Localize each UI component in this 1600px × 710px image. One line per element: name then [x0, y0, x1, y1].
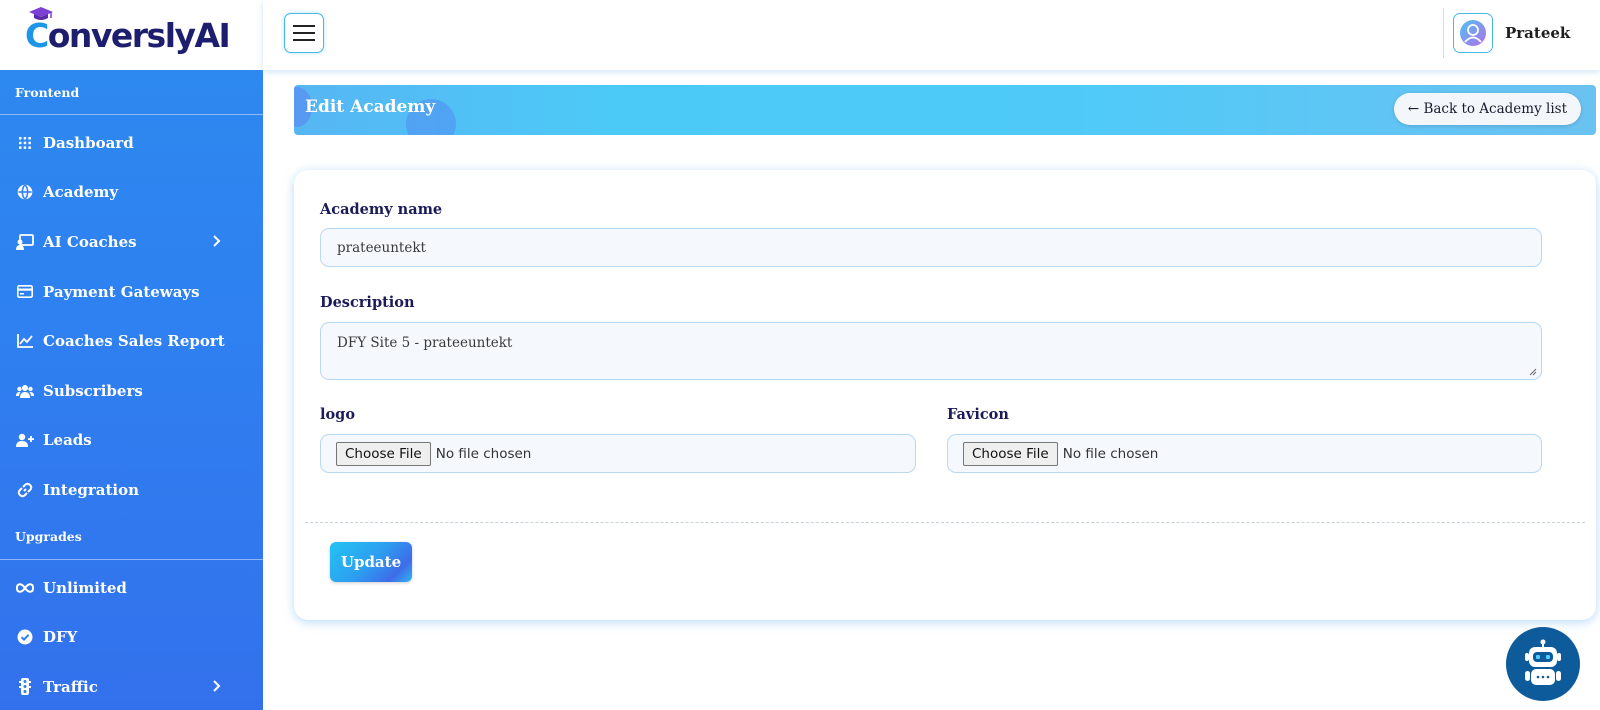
back-to-academy-list-button[interactable]: ← Back to Academy list — [1393, 93, 1581, 125]
hamburger-line — [293, 32, 315, 34]
sidebar-item-coaches-sales-report[interactable]: Coaches Sales Report — [0, 316, 263, 366]
traffic-light-icon — [16, 678, 34, 696]
sidebar-item-unlimited[interactable]: Unlimited — [0, 563, 263, 613]
hamburger-line — [293, 39, 315, 41]
favicon-label: Favicon — [947, 406, 1009, 423]
sidebar-item-subscribers[interactable]: Subscribers — [0, 366, 263, 416]
sidebar-item-leads[interactable]: Leads — [0, 416, 263, 466]
sidebar-item-dfy[interactable]: DFY — [0, 612, 263, 662]
sidebar-item-traffic[interactable]: Traffic — [0, 662, 263, 710]
chevron-right-icon — [213, 233, 221, 251]
avatar[interactable] — [1453, 13, 1493, 53]
credit-card-icon — [16, 283, 34, 301]
sidebar-item-label: Subscribers — [43, 381, 143, 400]
sidebar-item-ai-coaches[interactable]: AI Coaches — [0, 217, 263, 267]
chatbot-button[interactable] — [1506, 627, 1580, 701]
favicon-file-input[interactable]: Choose File No file chosen — [947, 434, 1542, 473]
sidebar-item-payment-gateways[interactable]: Payment Gateways — [0, 267, 263, 317]
user-avatar-icon — [1460, 20, 1486, 46]
logo-file-status: No file chosen — [435, 445, 532, 462]
logo-choose-file-button[interactable]: Choose File — [336, 441, 431, 466]
brand-logo[interactable]: ConverslyAI — [25, 6, 231, 55]
logo-label: logo — [320, 406, 355, 423]
infinity-icon — [16, 579, 34, 597]
favicon-file-status: No file chosen — [1062, 445, 1159, 462]
sidebar-item-label: Leads — [43, 431, 92, 450]
globe-icon — [16, 183, 34, 201]
favicon-choose-file-button[interactable]: Choose File — [963, 441, 1058, 466]
sidebar-item-label: Traffic — [43, 677, 98, 696]
logo-area: ConverslyAI — [0, 0, 263, 70]
page-header: Edit Academy ← Back to Academy list — [294, 85, 1596, 135]
sidebar-item-label: DFY — [43, 628, 78, 647]
sidebar-item-label: Dashboard — [43, 133, 134, 152]
section-label-frontend: Frontend — [0, 70, 263, 115]
link-icon — [16, 481, 34, 499]
sidebar-item-dashboard[interactable]: Dashboard — [0, 118, 263, 168]
sidebar-item-label: Payment Gateways — [43, 282, 200, 301]
academy-name-label: Academy name — [320, 201, 443, 218]
description-value: DFY Site 5 - prateeuntekt — [337, 335, 513, 351]
users-icon — [16, 382, 34, 400]
chalkboard-icon — [16, 233, 34, 251]
section-label-upgrades: Upgrades — [0, 515, 263, 560]
sidebar-item-label: Academy — [43, 183, 119, 202]
sidebar-item-academy[interactable]: Academy — [0, 168, 263, 218]
logo-text: onverslyAI — [47, 15, 231, 55]
resize-handle-icon[interactable] — [1529, 368, 1537, 376]
form-divider — [305, 522, 1585, 523]
sidebar-item-label: Integration — [43, 480, 140, 499]
divider — [1443, 8, 1444, 58]
robot-icon — [1525, 639, 1561, 685]
sidebar: ConverslyAI Frontend Dashboard Academy A… — [0, 0, 263, 710]
logo-file-input[interactable]: Choose File No file chosen — [320, 434, 916, 473]
chart-line-icon — [16, 332, 34, 350]
topbar: Prateek — [263, 0, 1600, 70]
description-textarea[interactable]: DFY Site 5 - prateeuntekt — [320, 322, 1542, 380]
sidebar-nav: Frontend Dashboard Academy AI Coaches Pa… — [0, 70, 263, 710]
update-button[interactable]: Update — [330, 542, 412, 582]
academy-name-input[interactable]: prateeuntekt — [320, 228, 1542, 267]
description-label: Description — [320, 294, 415, 311]
sidebar-item-label: Coaches Sales Report — [43, 332, 225, 351]
menu-toggle-button[interactable] — [284, 13, 324, 53]
graduation-cap-icon — [29, 6, 53, 20]
sidebar-item-label: AI Coaches — [43, 232, 137, 251]
check-circle-icon — [16, 628, 34, 646]
hamburger-line — [293, 25, 315, 27]
sidebar-item-label: Unlimited — [43, 578, 127, 597]
grid-icon — [16, 134, 34, 152]
chevron-right-icon — [213, 678, 221, 696]
user-name[interactable]: Prateek — [1505, 24, 1570, 42]
academy-name-value: prateeuntekt — [337, 239, 426, 256]
sidebar-item-integration[interactable]: Integration — [0, 465, 263, 515]
page-title: Edit Academy — [305, 97, 436, 117]
edit-academy-form: Academy name prateeuntekt Description DF… — [294, 170, 1596, 620]
user-plus-icon — [16, 431, 34, 449]
